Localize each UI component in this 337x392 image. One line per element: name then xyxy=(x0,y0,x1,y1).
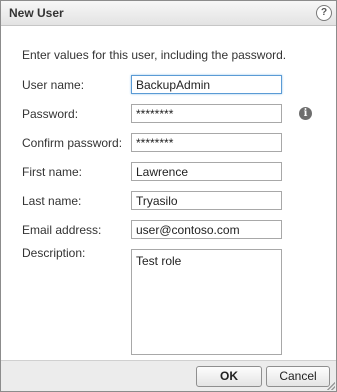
email-input[interactable] xyxy=(131,220,282,239)
help-icon[interactable]: ? xyxy=(316,5,332,21)
password-label: Password: xyxy=(22,107,79,121)
ok-button[interactable]: OK xyxy=(196,366,262,387)
new-user-dialog: New User ? Enter values for this user, i… xyxy=(0,0,337,392)
confirm-password-input[interactable] xyxy=(131,133,282,152)
password-input[interactable] xyxy=(131,104,282,123)
dialog-title: New User xyxy=(9,6,64,20)
info-icon[interactable]: i xyxy=(299,107,312,120)
intro-text: Enter values for this user, including th… xyxy=(22,48,287,62)
first-name-input[interactable] xyxy=(131,162,282,181)
username-input[interactable] xyxy=(131,75,282,94)
email-label: Email address: xyxy=(22,223,102,237)
description-textarea[interactable]: Test role xyxy=(131,249,282,355)
confirm-password-label: Confirm password: xyxy=(22,136,123,150)
resize-grip-icon[interactable] xyxy=(327,382,335,390)
description-label: Description: xyxy=(22,246,86,260)
last-name-label: Last name: xyxy=(22,194,82,208)
first-name-label: First name: xyxy=(22,165,83,179)
last-name-input[interactable] xyxy=(131,191,282,210)
username-label: User name: xyxy=(22,78,85,92)
cancel-button[interactable]: Cancel xyxy=(266,366,330,387)
dialog-footer: OK Cancel xyxy=(1,360,336,391)
title-bar[interactable]: New User ? xyxy=(1,1,336,26)
